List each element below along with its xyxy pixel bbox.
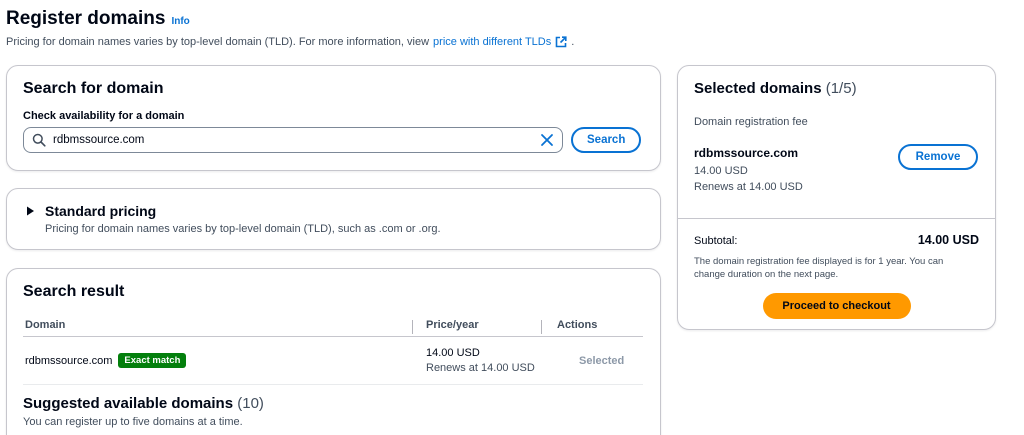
subtotal-value: 14.00 USD — [917, 233, 979, 247]
external-link-icon[interactable] — [555, 36, 567, 48]
search-domain-panel: Search for domain Check availability for… — [6, 65, 661, 171]
page-header: Register domains Info Pricing for domain… — [6, 8, 1016, 48]
search-box[interactable] — [23, 127, 563, 153]
suggested-count: (10) — [237, 395, 264, 412]
column-header-actions: Actions — [541, 319, 643, 334]
fee-label: Domain registration fee — [694, 116, 808, 128]
result-price: 14.00 USD — [426, 347, 480, 359]
standard-pricing-section: Standard pricing Pricing for domain name… — [6, 188, 661, 250]
suggested-domains-title: Suggested available domains (10) — [23, 395, 644, 412]
standard-pricing-description: Pricing for domain names varies by top-l… — [45, 223, 441, 235]
selected-action-disabled: Selected — [579, 354, 625, 367]
description-period: . — [571, 36, 575, 48]
table-row: rdbmssource.com Exact match 14.00 USD Re… — [23, 337, 643, 385]
search-field-label: Check availability for a domain — [23, 110, 185, 122]
close-icon[interactable] — [540, 133, 554, 147]
info-link[interactable]: Info — [171, 16, 189, 27]
table-header: Domain Price/year Actions — [23, 313, 643, 337]
page-title: Register domains — [6, 8, 166, 29]
search-button[interactable]: Search — [571, 127, 642, 153]
domain-search-input[interactable] — [53, 134, 540, 146]
price-tld-link[interactable]: price with different TLDs — [433, 36, 551, 48]
selected-domains-header: Selected domains (1/5) — [678, 66, 995, 104]
search-row: Search — [23, 127, 644, 153]
results-table: Domain Price/year Actions rdbmssource.co… — [23, 313, 643, 385]
selected-title-text: Selected domains — [694, 80, 822, 97]
standard-pricing-toggle[interactable]: Standard pricing — [25, 203, 644, 219]
subtotal-row: Subtotal: 14.00 USD — [694, 233, 979, 247]
selected-domains-list: Domain registration fee rdbmssource.com … — [678, 104, 995, 219]
result-domain-name: rdbmssource.com — [25, 354, 113, 367]
remove-button[interactable]: Remove — [898, 144, 978, 170]
selected-item-info: rdbmssource.com 14.00 USD Renews at 14.0… — [694, 146, 803, 193]
selected-domains-title: Selected domains (1/5) — [694, 80, 979, 97]
proceed-to-checkout-button[interactable]: Proceed to checkout — [762, 293, 911, 319]
selected-domain-name: rdbmssource.com — [694, 146, 799, 160]
exact-match-badge: Exact match — [118, 353, 187, 368]
suggested-title-text: Suggested available domains — [23, 395, 234, 412]
column-header-domain: Domain — [25, 318, 66, 331]
selected-domains-panel: Selected domains (1/5) Domain registrati… — [677, 65, 996, 330]
column-header-price: Price/year — [412, 319, 549, 334]
standard-pricing-title: Standard pricing — [45, 203, 157, 219]
selected-domain-renewal: Renews at 14.00 USD — [694, 181, 803, 193]
result-renewal: Renews at 14.00 USD — [426, 362, 535, 374]
search-result-title: Search result — [23, 283, 125, 300]
domain-cell: rdbmssource.com Exact match — [23, 353, 420, 368]
description-text: Pricing for domain names varies by top-l… — [6, 36, 430, 48]
caret-right-icon — [25, 206, 35, 216]
page-description: Pricing for domain names varies by top-l… — [6, 36, 1016, 48]
search-panel-title: Search for domain — [23, 80, 164, 97]
registration-note: The domain registration fee displayed is… — [694, 256, 944, 280]
checkout-wrap: Proceed to checkout — [694, 293, 979, 319]
title-row: Register domains Info — [6, 8, 1016, 30]
selected-domains-footer: Subtotal: 14.00 USD The domain registrat… — [678, 219, 995, 333]
price-cell: 14.00 USD Renews at 14.00 USD — [420, 347, 549, 374]
subtotal-label: Subtotal: — [694, 235, 738, 247]
actions-cell: Selected — [549, 355, 643, 367]
selected-domain-price: 14.00 USD — [694, 165, 748, 177]
suggested-description: You can register up to five domains at a… — [23, 416, 243, 428]
list-item: rdbmssource.com 14.00 USD Renews at 14.0… — [694, 144, 979, 193]
search-icon — [32, 133, 46, 147]
search-result-panel: Search result Domain Price/year Actions … — [6, 268, 661, 435]
selected-count: (1/5) — [825, 80, 857, 97]
